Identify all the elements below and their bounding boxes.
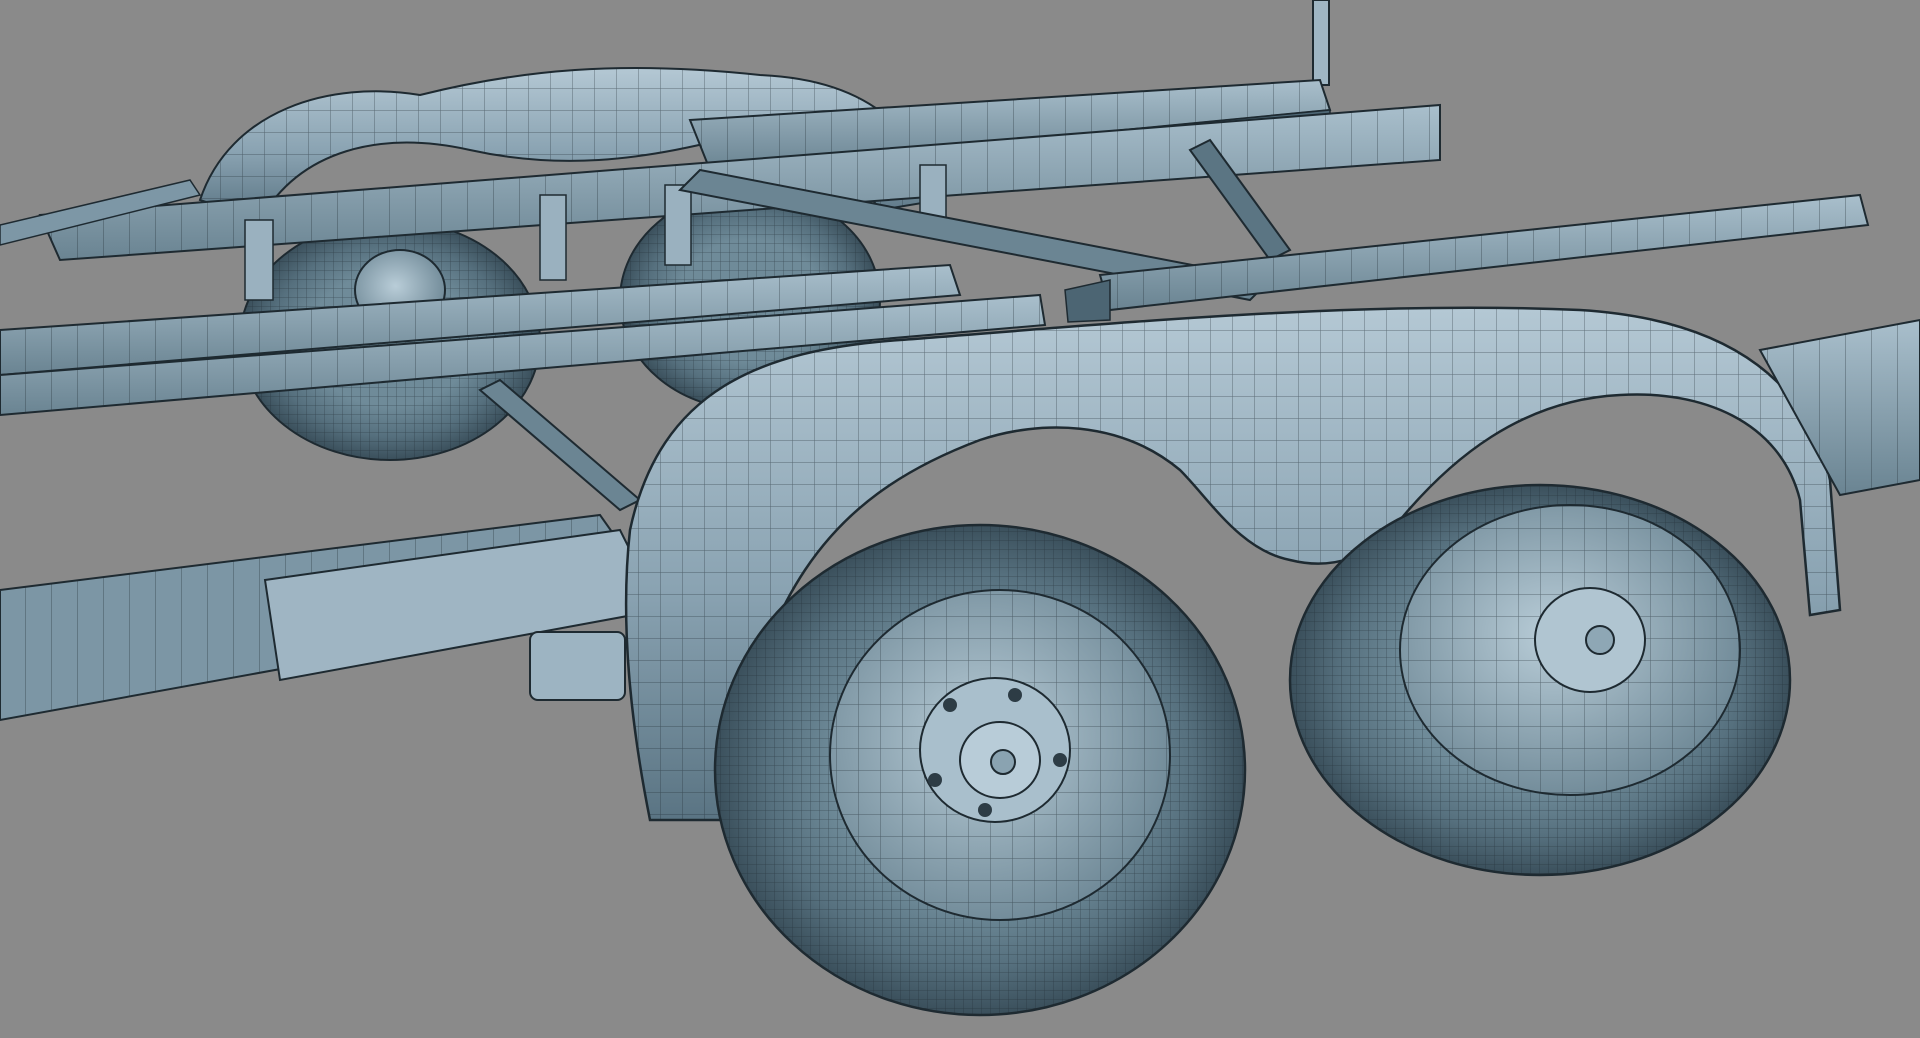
near-bunk-board	[1064, 193, 1870, 323]
near-frame-rail	[0, 513, 662, 722]
guide-post	[1312, 0, 1330, 86]
rear-wheel	[1288, 483, 1792, 877]
trailer-model-render	[0, 0, 1920, 1017]
marker-light	[529, 631, 626, 701]
front-wheel	[713, 523, 1247, 1017]
3d-viewport[interactable]	[0, 0, 1920, 1038]
